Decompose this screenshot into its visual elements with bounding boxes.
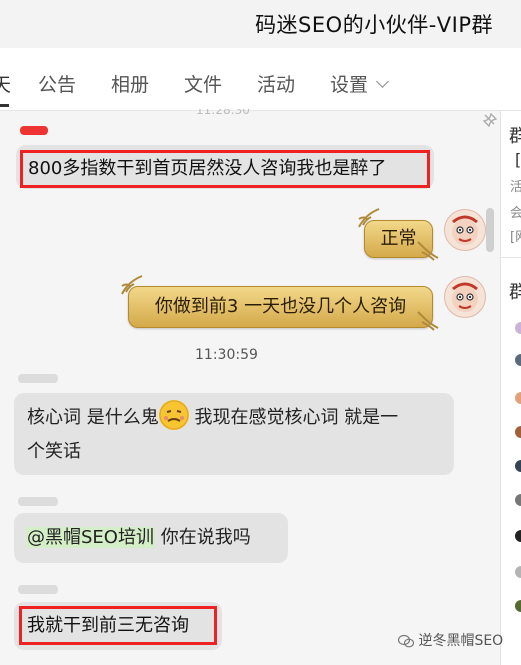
- side-panel-text: [网: [510, 230, 521, 245]
- member-avatar[interactable]: [515, 426, 521, 438]
- tab-chat[interactable]: 天: [0, 70, 11, 97]
- member-avatar[interactable]: [515, 600, 521, 612]
- member-avatar[interactable]: [515, 494, 521, 506]
- member-avatar[interactable]: [515, 354, 521, 366]
- bubble-ornament-icon: [417, 241, 439, 261]
- message-text-part: 我现在感觉核心词 就是一: [188, 407, 399, 428]
- message-text-line2: 个笑话: [27, 441, 81, 462]
- tab-activity[interactable]: 活动: [257, 70, 295, 97]
- member-avatar[interactable]: [515, 392, 521, 404]
- sender-name-redacted: [20, 126, 48, 135]
- message-text: @黑帽SEO培训 你在说我吗: [26, 522, 251, 554]
- bubble-ornament-icon: [417, 311, 439, 331]
- side-panel-text: 群: [509, 282, 521, 303]
- side-panel-text: [: [515, 150, 521, 169]
- message-text: 核心词 是什么鬼 我现在感觉核心词 就是一: [27, 400, 399, 434]
- wechat-icon: [397, 634, 415, 648]
- member-avatar[interactable]: [515, 530, 521, 542]
- side-panel-divider: [500, 257, 521, 258]
- tab-bar: 天 公告 相册 文件 活动 设置: [0, 48, 521, 111]
- emoji-icon: [158, 400, 189, 430]
- message-text-part: 核心词 是什么鬼: [27, 407, 159, 428]
- sender-name-redacted: [18, 585, 58, 594]
- pin-icon[interactable]: [482, 112, 498, 128]
- message-text: 800多指数干到首页居然没人咨询我也是醉了: [28, 158, 387, 179]
- watermark: 逆冬黑帽SEO: [397, 630, 504, 650]
- message-text: 我就干到前三无咨询: [27, 615, 189, 636]
- tab-settings-label: 设置: [330, 74, 369, 96]
- side-panel-text: 会: [510, 206, 521, 221]
- tab-album[interactable]: 相册: [111, 70, 149, 97]
- side-panel-text: 群: [509, 126, 521, 147]
- chevron-down-icon: [376, 75, 389, 88]
- sender-name-redacted: [18, 497, 58, 506]
- watermark-text: 逆冬黑帽SEO: [418, 633, 504, 649]
- chat-scrollbar[interactable]: [486, 208, 494, 252]
- tab-settings[interactable]: 设置: [330, 70, 389, 97]
- message-text-part: 你在说我吗: [154, 527, 251, 548]
- sender-name-redacted: [18, 374, 58, 383]
- title-bar: 码迷SEO的小伙伴-VIP群: [0, 0, 521, 48]
- member-avatar[interactable]: [515, 322, 521, 334]
- group-title: 码迷SEO的小伙伴-VIP群: [255, 13, 493, 37]
- side-panel-text: 活: [510, 180, 521, 195]
- tab-files[interactable]: 文件: [184, 70, 222, 97]
- member-avatar[interactable]: [515, 566, 521, 578]
- message-timestamp: 11:30:59: [195, 347, 258, 363]
- avatar[interactable]: [444, 276, 486, 318]
- member-avatar[interactable]: [515, 460, 521, 472]
- chat-area[interactable]: [0, 111, 500, 665]
- mention-tag[interactable]: @黑帽SEO培训: [26, 527, 155, 548]
- message-bubble-self: 你做到前3 一天也没几个人咨询: [128, 286, 433, 328]
- active-tab-indicator: [0, 104, 9, 107]
- tab-announcement[interactable]: 公告: [38, 70, 76, 97]
- avatar[interactable]: [444, 209, 486, 251]
